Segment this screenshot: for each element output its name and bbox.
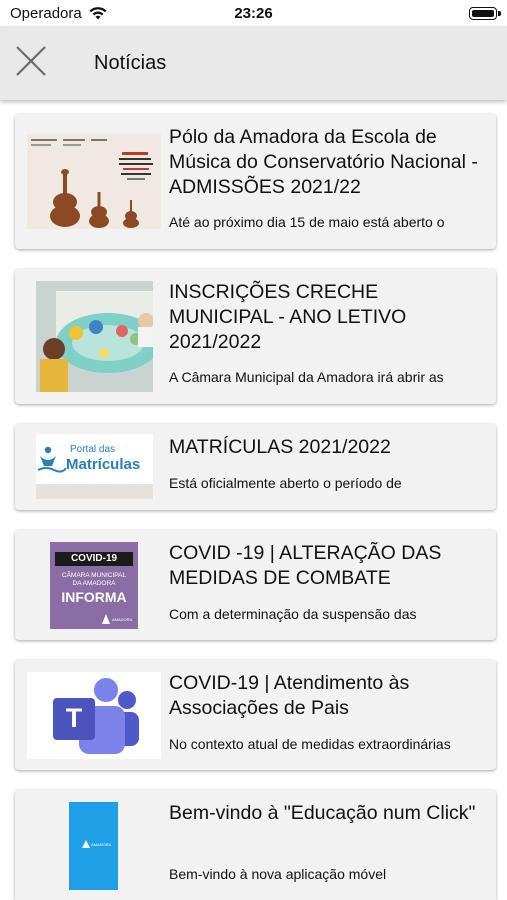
close-button[interactable] [12, 40, 52, 80]
matriculas-label: Matrículas [66, 456, 141, 473]
clock: 23:26 [234, 5, 273, 22]
news-title: COVID-19 | Atendimento às Associações de… [169, 672, 410, 719]
news-title: Bem-vindo à "Educação num Click" [169, 802, 476, 824]
news-card[interactable]: AMADORA Bem-vindo à "Educação num Click"… [15, 790, 496, 900]
news-snippet: Está oficialmente aberto o período de [169, 475, 402, 491]
teams-letter: T [65, 703, 83, 733]
app-phone-screen: AMADORA [69, 802, 118, 890]
navigation-bar: Notícias [0, 26, 507, 100]
news-snippet: A Câmara Municipal da Amadora irá abrir … [169, 369, 444, 385]
news-card[interactable]: Portal das Matrículas MATRÍCULAS 2021/20… [15, 424, 496, 510]
children-playing-photo [36, 281, 153, 392]
news-snippet: Bem-vindo à nova aplicação móvel [169, 866, 387, 882]
portal-label: Portal das [70, 444, 116, 455]
status-bar: Operadora 23:26 [0, 0, 507, 26]
conservatory-poster-thumbnail [27, 134, 161, 229]
portal-matriculas-logo: Portal das Matrículas [36, 434, 153, 499]
covid-informa-poster: COVID-19 CÂMARA MUNICIPAL DA AMADORA INF… [50, 542, 138, 629]
news-card[interactable]: Pólo da Amadora da Escola de Música do C… [15, 114, 496, 249]
news-snippet: Até ao próximo dia 15 de maio está abert… [169, 214, 445, 230]
microsoft-teams-logo: T [27, 672, 161, 759]
news-title: MATRÍCULAS 2021/2022 [169, 436, 391, 458]
news-card[interactable]: COVID-19 CÂMARA MUNICIPAL DA AMADORA INF… [15, 530, 496, 640]
close-icon [16, 46, 46, 76]
page-title: Notícias [94, 52, 167, 74]
news-card[interactable]: INSCRIÇÕES CRECHE MUNICIPAL - ANO LETIVO… [15, 269, 496, 404]
news-snippet: Com a determinação da suspensão das [169, 606, 417, 622]
news-card[interactable]: T COVID-19 | Atendimento às Associações … [15, 660, 496, 770]
news-title: Pólo da Amadora da Escola de Música do C… [169, 126, 478, 198]
news-title: INSCRIÇÕES CRECHE MUNICIPAL - ANO LETIVO… [169, 281, 407, 353]
news-snippet: No contexto atual de medidas extraordiná… [169, 736, 451, 752]
news-title: COVID -19 | ALTERAÇÃO DAS MEDIDAS DE COM… [169, 542, 442, 589]
app-brand-text: AMADORA [91, 842, 112, 847]
battery-icon [469, 7, 501, 20]
